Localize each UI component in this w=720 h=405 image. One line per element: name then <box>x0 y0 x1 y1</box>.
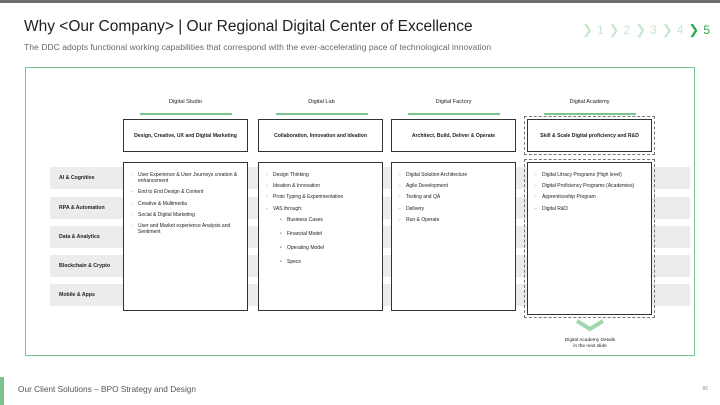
list-item: Testing and QA <box>399 194 509 200</box>
list-item: Agile Development <box>399 183 509 189</box>
list-item: Proto Typing & Experimentation <box>266 194 376 200</box>
list-item: VAS through: <box>266 206 376 212</box>
sub-list-item: Operating Model <box>280 245 376 251</box>
column-underline <box>140 113 232 115</box>
column-content-digital-academy: Digital Litracy Programs (High level) Di… <box>524 159 655 318</box>
column-title-digital-factory: Digital Factory <box>435 99 472 105</box>
list-item: Design Thinking <box>266 172 376 178</box>
sub-list-item: Specs <box>280 259 376 265</box>
page-title: Why <Our Company> | Our Regional Digital… <box>24 18 473 35</box>
chevron-right-icon: ❯ <box>608 22 620 37</box>
column-underline <box>276 113 368 115</box>
column-header-box: Collaboration, Innovation and Ideation <box>258 119 383 152</box>
step-navigation: ❯ 1 ❯ 2 ❯ 3 ❯ 4 ❯ 5 <box>582 22 710 38</box>
list-item: End to End Design & Content <box>131 189 241 195</box>
step-4[interactable]: ❯ 4 <box>662 22 684 38</box>
note-line-2: in the next slide <box>573 344 607 350</box>
column-underline <box>408 113 500 115</box>
footer-text: Our Client Solutions – BPO Strategy and … <box>18 384 197 394</box>
step-2[interactable]: ❯ 2 <box>609 22 631 38</box>
list-item: Run & Operate <box>399 217 509 223</box>
column-content-digital-factory: Digital Solution Architecture Agile Deve… <box>391 162 516 311</box>
step-number: 5 <box>703 23 710 37</box>
column-header-box: Architect, Build, Deliver & Operate <box>391 119 516 152</box>
list-item: Ideation & Innovation <box>266 183 376 189</box>
list-item: Digital Solution Architecture <box>399 172 509 178</box>
row-label-ai-cognitive: AI & Cognitive <box>59 175 95 181</box>
chevron-right-icon: ❯ <box>661 22 673 37</box>
chevron-right-icon: ❯ <box>688 22 700 37</box>
list-item: User Experience & User Journeys creation… <box>131 172 241 184</box>
footer-accent-bar <box>0 377 4 405</box>
list-item: Digital Proficiency Programs (Academies) <box>535 183 645 189</box>
step-number: 1 <box>596 23 604 37</box>
page-number: 86 <box>702 386 708 392</box>
list-item: Creative & Multimedia <box>131 201 241 207</box>
step-5[interactable]: ❯ 5 <box>688 22 710 38</box>
column-header-box: Skill & Scale Digital proficiency and R&… <box>524 116 655 155</box>
list-item: Social & Digital Marketing <box>131 212 241 218</box>
step-number: 3 <box>650 23 657 37</box>
step-3[interactable]: ❯ 3 <box>635 22 657 38</box>
row-label-rpa-automation: RPA & Automation <box>59 205 105 211</box>
row-label-data-analytics: Data & Analytics <box>59 234 100 240</box>
list-item: Apprenticeship Program <box>535 194 645 200</box>
column-title-digital-studio: Digital Studio <box>169 99 202 105</box>
next-slide-note: Digital Academy Details in the next slid… <box>535 338 645 350</box>
sub-list-item: Financial Model <box>280 231 376 237</box>
column-content-digital-studio: User Experience & User Journeys creation… <box>123 162 248 311</box>
chevron-right-icon: ❯ <box>635 22 647 37</box>
step-1[interactable]: ❯ 1 <box>582 22 604 38</box>
column-title-digital-academy: Digital Academy <box>569 99 610 105</box>
list-item: Delivery <box>399 206 509 212</box>
list-item: Digital Litracy Programs (High level) <box>535 172 645 178</box>
column-underline <box>544 113 636 115</box>
step-number: 2 <box>623 23 631 37</box>
page-subtitle: The DDC adopts functional working capabi… <box>24 42 492 52</box>
column-content-digital-lab: Design Thinking Ideation & Innovation Pr… <box>258 162 383 311</box>
chevron-down-icon <box>575 319 605 331</box>
list-item: Digital R&D <box>535 206 645 212</box>
chevron-right-icon: ❯ <box>582 22 593 37</box>
list-item: User and Market experience Analysis and … <box>131 223 241 235</box>
column-header-box: Design, Creative, UX and Digital Marketi… <box>123 119 248 152</box>
row-label-mobile-apps: Mobile & Apps <box>59 292 95 298</box>
sub-list-item: Business Cases <box>280 217 376 223</box>
row-label-blockchain-crypto: Blockchain & Crypto <box>59 263 111 269</box>
top-bar <box>0 0 720 3</box>
column-title-digital-lab: Digital Lab <box>308 99 335 105</box>
step-number: 4 <box>676 23 684 37</box>
